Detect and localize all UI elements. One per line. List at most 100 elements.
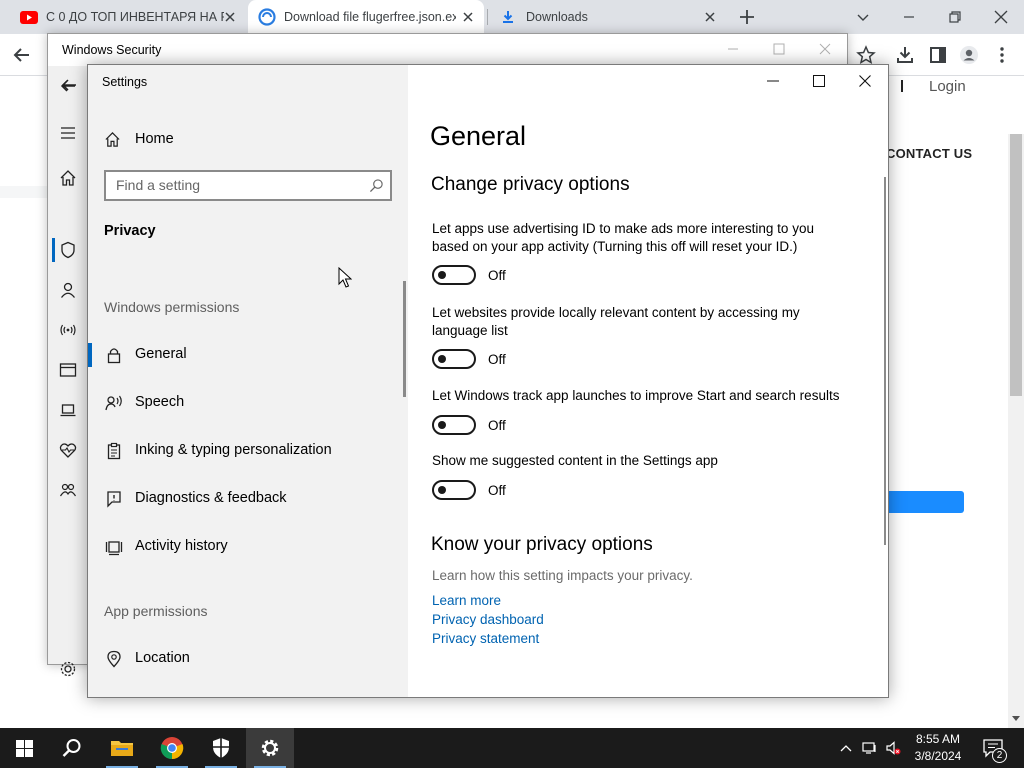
- tab-search-icon[interactable]: [853, 7, 873, 27]
- language-list-toggle[interactable]: [432, 349, 476, 369]
- search-input[interactable]: Find a setting: [104, 170, 392, 201]
- tab-youtube[interactable]: С 0 ДО ТОП ИНВЕНТАРЯ НА РИ: [8, 0, 246, 34]
- tab-separator: [487, 9, 488, 25]
- web-divider: [901, 80, 903, 92]
- side-panel-icon[interactable]: [928, 45, 948, 65]
- maximize-icon[interactable]: [812, 74, 826, 88]
- back-arrow-icon[interactable]: [12, 45, 32, 65]
- downloads-icon[interactable]: [895, 45, 915, 65]
- tab-title: С 0 ДО ТОП ИНВЕНТАРЯ НА РИ: [46, 10, 224, 24]
- restore-icon[interactable]: [945, 7, 965, 27]
- shield-icon[interactable]: [59, 241, 77, 259]
- network-icon[interactable]: [862, 740, 878, 756]
- close-icon[interactable]: [991, 7, 1011, 27]
- suggested-content-toggle[interactable]: [432, 480, 476, 500]
- nav-item-label: Location: [135, 650, 190, 666]
- profile-avatar-icon[interactable]: [959, 45, 979, 65]
- taskbar-windows-security[interactable]: [197, 728, 245, 768]
- hamburger-menu-icon[interactable]: [59, 124, 77, 142]
- toggle-state: Off: [488, 351, 506, 367]
- tab-downloads[interactable]: Downloads: [488, 0, 726, 34]
- nav-scrollbar[interactable]: [403, 281, 406, 397]
- app-permissions-header: App permissions: [104, 603, 208, 619]
- option-language-list-text: Let websites provide locally relevant co…: [432, 305, 800, 338]
- active-indicator: [88, 343, 92, 367]
- device-security-icon[interactable]: [59, 401, 77, 419]
- settings-window: Settings Home Find a setting Privacy Win…: [61, 64, 889, 698]
- active-indicator: [52, 238, 55, 262]
- nav-home[interactable]: Home: [104, 127, 174, 151]
- nav-item-activity-history[interactable]: Activity history: [88, 527, 408, 567]
- more-menu-icon[interactable]: [992, 45, 1012, 65]
- taskbar-file-explorer[interactable]: [98, 728, 146, 768]
- nav-item-location[interactable]: Location: [88, 639, 408, 679]
- maximize-icon[interactable]: [772, 42, 786, 56]
- option-suggested-content-text: Show me suggested content in the Setting…: [432, 453, 718, 468]
- folder-icon: [111, 741, 133, 756]
- back-arrow-icon[interactable]: [60, 76, 78, 94]
- page-scrollbar-thumb[interactable]: [1010, 134, 1022, 396]
- nav-item-general[interactable]: General: [88, 335, 408, 375]
- toggle-state: Off: [488, 482, 506, 498]
- close-icon[interactable]: [858, 74, 872, 88]
- close-tab-icon[interactable]: [222, 9, 238, 25]
- gear-icon[interactable]: [59, 660, 77, 678]
- notification-count-badge: 2: [992, 748, 1007, 763]
- bookmark-star-icon[interactable]: [856, 45, 876, 65]
- web-download-button[interactable]: [886, 491, 964, 513]
- scroll-down-arrow-icon[interactable]: [1010, 712, 1022, 724]
- close-tab-icon[interactable]: [702, 9, 718, 25]
- learn-more-link[interactable]: Learn more: [432, 593, 501, 608]
- close-tab-icon[interactable]: [460, 9, 476, 25]
- taskbar-settings[interactable]: [246, 728, 294, 768]
- tab-download-file[interactable]: Download file flugerfree.json.exe: [248, 0, 484, 34]
- minimize-icon[interactable]: [726, 42, 740, 56]
- toggle-knob: [438, 486, 446, 494]
- windows-permissions-header: Windows permissions: [104, 299, 240, 315]
- taskbar-search-button[interactable]: [48, 728, 96, 768]
- track-app-launches-toggle-row: Off: [432, 415, 506, 435]
- nav-item-diagnostics[interactable]: Diagnostics & feedback: [88, 479, 408, 519]
- nav-home-label: Home: [135, 131, 174, 147]
- nav-item-inking-typing[interactable]: Inking & typing personalization: [88, 431, 408, 471]
- search-placeholder: Find a setting: [116, 177, 201, 193]
- taskbar: 8:55 AM 3/8/2024 2: [0, 728, 1024, 768]
- contact-us-link[interactable]: CONTACT US: [886, 146, 972, 161]
- advertising-id-toggle[interactable]: [432, 265, 476, 285]
- account-icon[interactable]: [59, 281, 77, 299]
- toggle-state: Off: [488, 267, 506, 283]
- home-icon[interactable]: [59, 169, 77, 187]
- volume-muted-icon[interactable]: [885, 740, 901, 756]
- tab-title: Downloads: [526, 10, 588, 24]
- taskbar-clock[interactable]: 8:55 AM 3/8/2024: [905, 731, 971, 765]
- login-link[interactable]: Login: [929, 78, 966, 95]
- security-sidebar: [48, 66, 88, 677]
- toggle-knob: [438, 421, 446, 429]
- app-browser-icon[interactable]: [59, 361, 77, 379]
- suggested-content-toggle-row: Off: [432, 480, 506, 500]
- window-title: Settings: [102, 75, 148, 89]
- taskbar-chrome[interactable]: [148, 728, 196, 768]
- privacy-dashboard-link[interactable]: Privacy dashboard: [432, 612, 544, 627]
- privacy-statement-link[interactable]: Privacy statement: [432, 631, 539, 646]
- page-title: General: [430, 121, 527, 151]
- minimize-icon[interactable]: [766, 74, 780, 88]
- nav-item-speech[interactable]: Speech: [88, 383, 408, 423]
- content-scrollbar[interactable]: [884, 177, 886, 545]
- option-track-app-launches-text: Let Windows track app launches to improv…: [432, 388, 840, 403]
- family-options-icon[interactable]: [59, 481, 77, 499]
- device-health-icon[interactable]: [59, 441, 77, 459]
- track-app-launches-toggle[interactable]: [432, 415, 476, 435]
- language-list-toggle-row: Off: [432, 349, 506, 369]
- new-tab-icon[interactable]: [738, 8, 756, 26]
- nav-item-label: Speech: [135, 394, 185, 410]
- option-advertising-id-text: Let apps use advertising ID to make ads …: [432, 221, 814, 254]
- minimize-icon[interactable]: [899, 7, 919, 27]
- clock-time: 8:55 AM: [915, 732, 961, 746]
- toggle-knob: [438, 355, 446, 363]
- chevron-up-icon[interactable]: [838, 740, 854, 756]
- network-icon[interactable]: [59, 321, 77, 339]
- start-button[interactable]: [0, 728, 48, 768]
- close-icon[interactable]: [818, 42, 832, 56]
- search-icon[interactable]: [369, 178, 384, 193]
